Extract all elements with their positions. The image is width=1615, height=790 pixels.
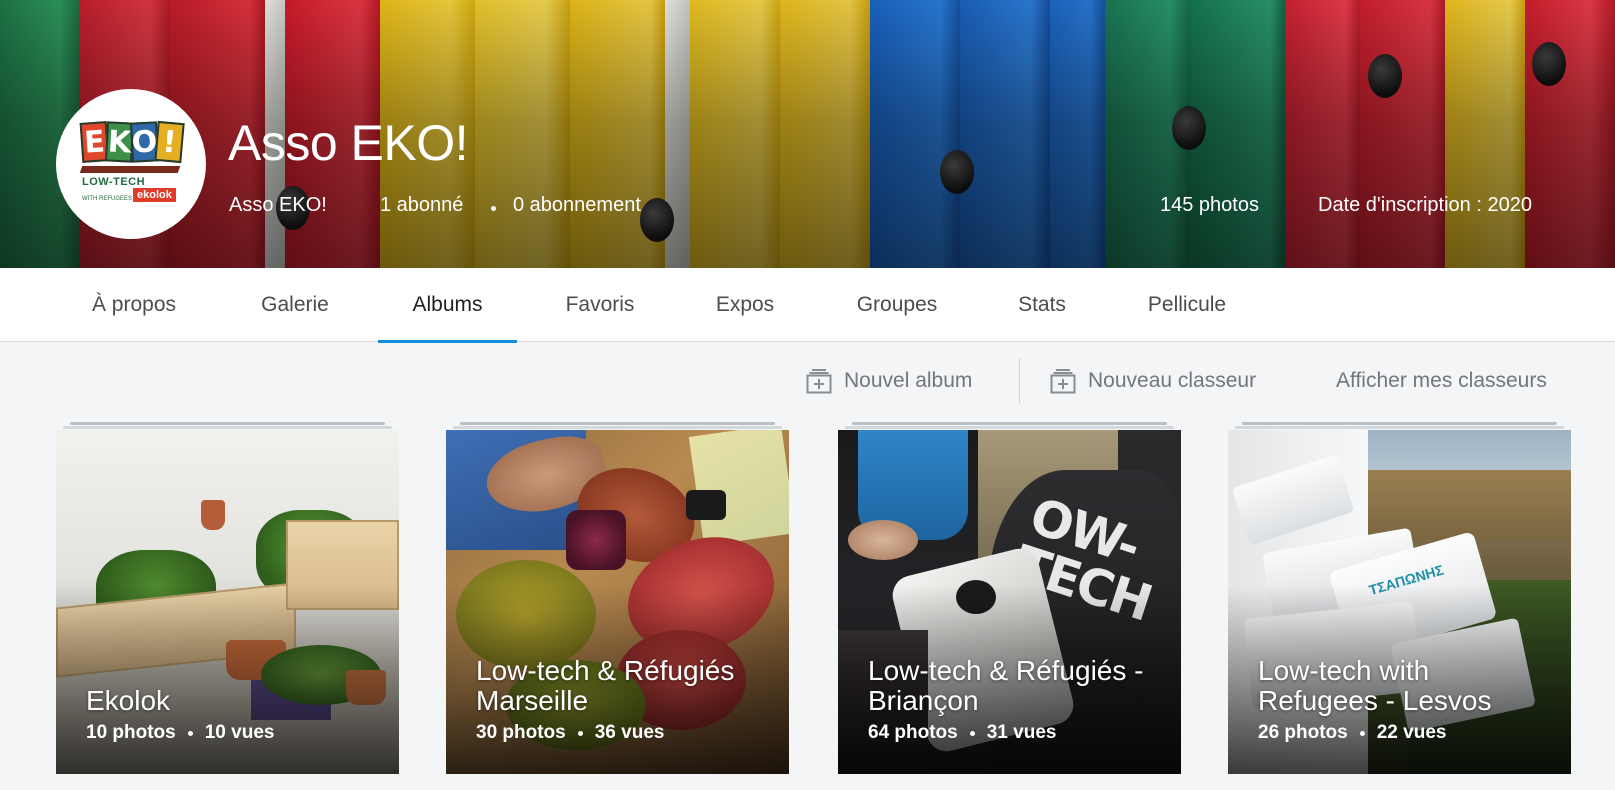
album-photo-count: 26 photos	[1258, 722, 1348, 743]
tab-albums[interactable]: Albums	[378, 268, 517, 343]
profile-avatar[interactable]: E K O ! LOW-TECH ekolok WITH REFUGEES	[56, 89, 206, 239]
tab-favoris[interactable]: Favoris	[548, 268, 652, 342]
album-photo-count: 30 photos	[476, 722, 566, 743]
album-card-briancon[interactable]: OW-TECH Low-tech & Réfugiés - Briançon 6…	[838, 422, 1181, 774]
new-folder-button[interactable]: Nouveau classeur	[1050, 361, 1256, 401]
show-folders-link[interactable]: Afficher mes classeurs	[1336, 361, 1547, 401]
eko-logo: E K O ! LOW-TECH ekolok WITH REFUGEES	[79, 114, 185, 214]
album-view-count: 10 vues	[204, 722, 275, 743]
logo-letter: !	[154, 120, 185, 164]
album-view-count: 36 vues	[594, 722, 665, 743]
album-card-lesvos[interactable]: ΤΣΑΠΩΝΗΣ Low-tech with Refugees - Lesvos…	[1228, 422, 1571, 774]
profile-username: Asso EKO!	[229, 194, 327, 216]
album-card-ekolok[interactable]: Ekolok 10 photos 10 vues	[56, 422, 399, 774]
album-title: Ekolok	[86, 685, 171, 716]
tab-pellicule[interactable]: Pellicule	[1130, 268, 1244, 342]
tab-expos[interactable]: Expos	[694, 268, 796, 342]
add-album-icon	[806, 368, 832, 394]
new-folder-label: Nouveau classeur	[1088, 369, 1257, 392]
logo-ekolok: ekolok	[133, 188, 176, 202]
tab-groupes[interactable]: Groupes	[838, 268, 956, 342]
tab-stats[interactable]: Stats	[998, 268, 1086, 342]
following-link[interactable]: 0 abonnement	[513, 194, 641, 217]
album-photo-count: 64 photos	[868, 722, 958, 743]
album-stats: 64 photos 31 vues	[868, 722, 1056, 744]
tab-a-propos[interactable]: À propos	[64, 268, 204, 342]
logo-low-tech: LOW-TECH	[82, 176, 146, 188]
profile-name: Asso EKO!	[228, 115, 469, 171]
photo-count: 145 photos	[1160, 194, 1259, 216]
album-view-count: 31 vues	[986, 722, 1057, 743]
album-title: Low-tech with Refugees - Lesvos	[1258, 655, 1492, 716]
album-view-count: 22 vues	[1376, 722, 1447, 743]
album-stats: 10 photos 10 vues	[86, 722, 274, 744]
followers-link[interactable]: 1 abonné	[380, 194, 463, 217]
album-card-marseille[interactable]: Low-tech & Réfugiés Marseille 30 photos …	[446, 422, 789, 774]
add-folder-icon	[1050, 368, 1076, 394]
toolbar-divider	[1019, 358, 1020, 404]
meta-separator	[491, 206, 496, 211]
show-folders-label: Afficher mes classeurs	[1336, 369, 1547, 392]
new-album-button[interactable]: Nouvel album	[806, 361, 972, 401]
join-date: Date d'inscription : 2020	[1318, 194, 1532, 216]
album-title: Low-tech & Réfugiés Marseille	[476, 655, 735, 716]
album-stats: 26 photos 22 vues	[1258, 722, 1446, 744]
album-photo-count: 10 photos	[86, 722, 176, 743]
logo-refugees: WITH REFUGEES	[82, 196, 133, 202]
profile-tab-bar: À propos Galerie Albums Favoris Expos Gr…	[0, 268, 1615, 343]
new-album-label: Nouvel album	[844, 369, 973, 392]
album-stats: 30 photos 36 vues	[476, 722, 664, 744]
album-title: Low-tech & Réfugiés - Briançon	[868, 655, 1144, 716]
tab-galerie[interactable]: Galerie	[238, 268, 352, 342]
